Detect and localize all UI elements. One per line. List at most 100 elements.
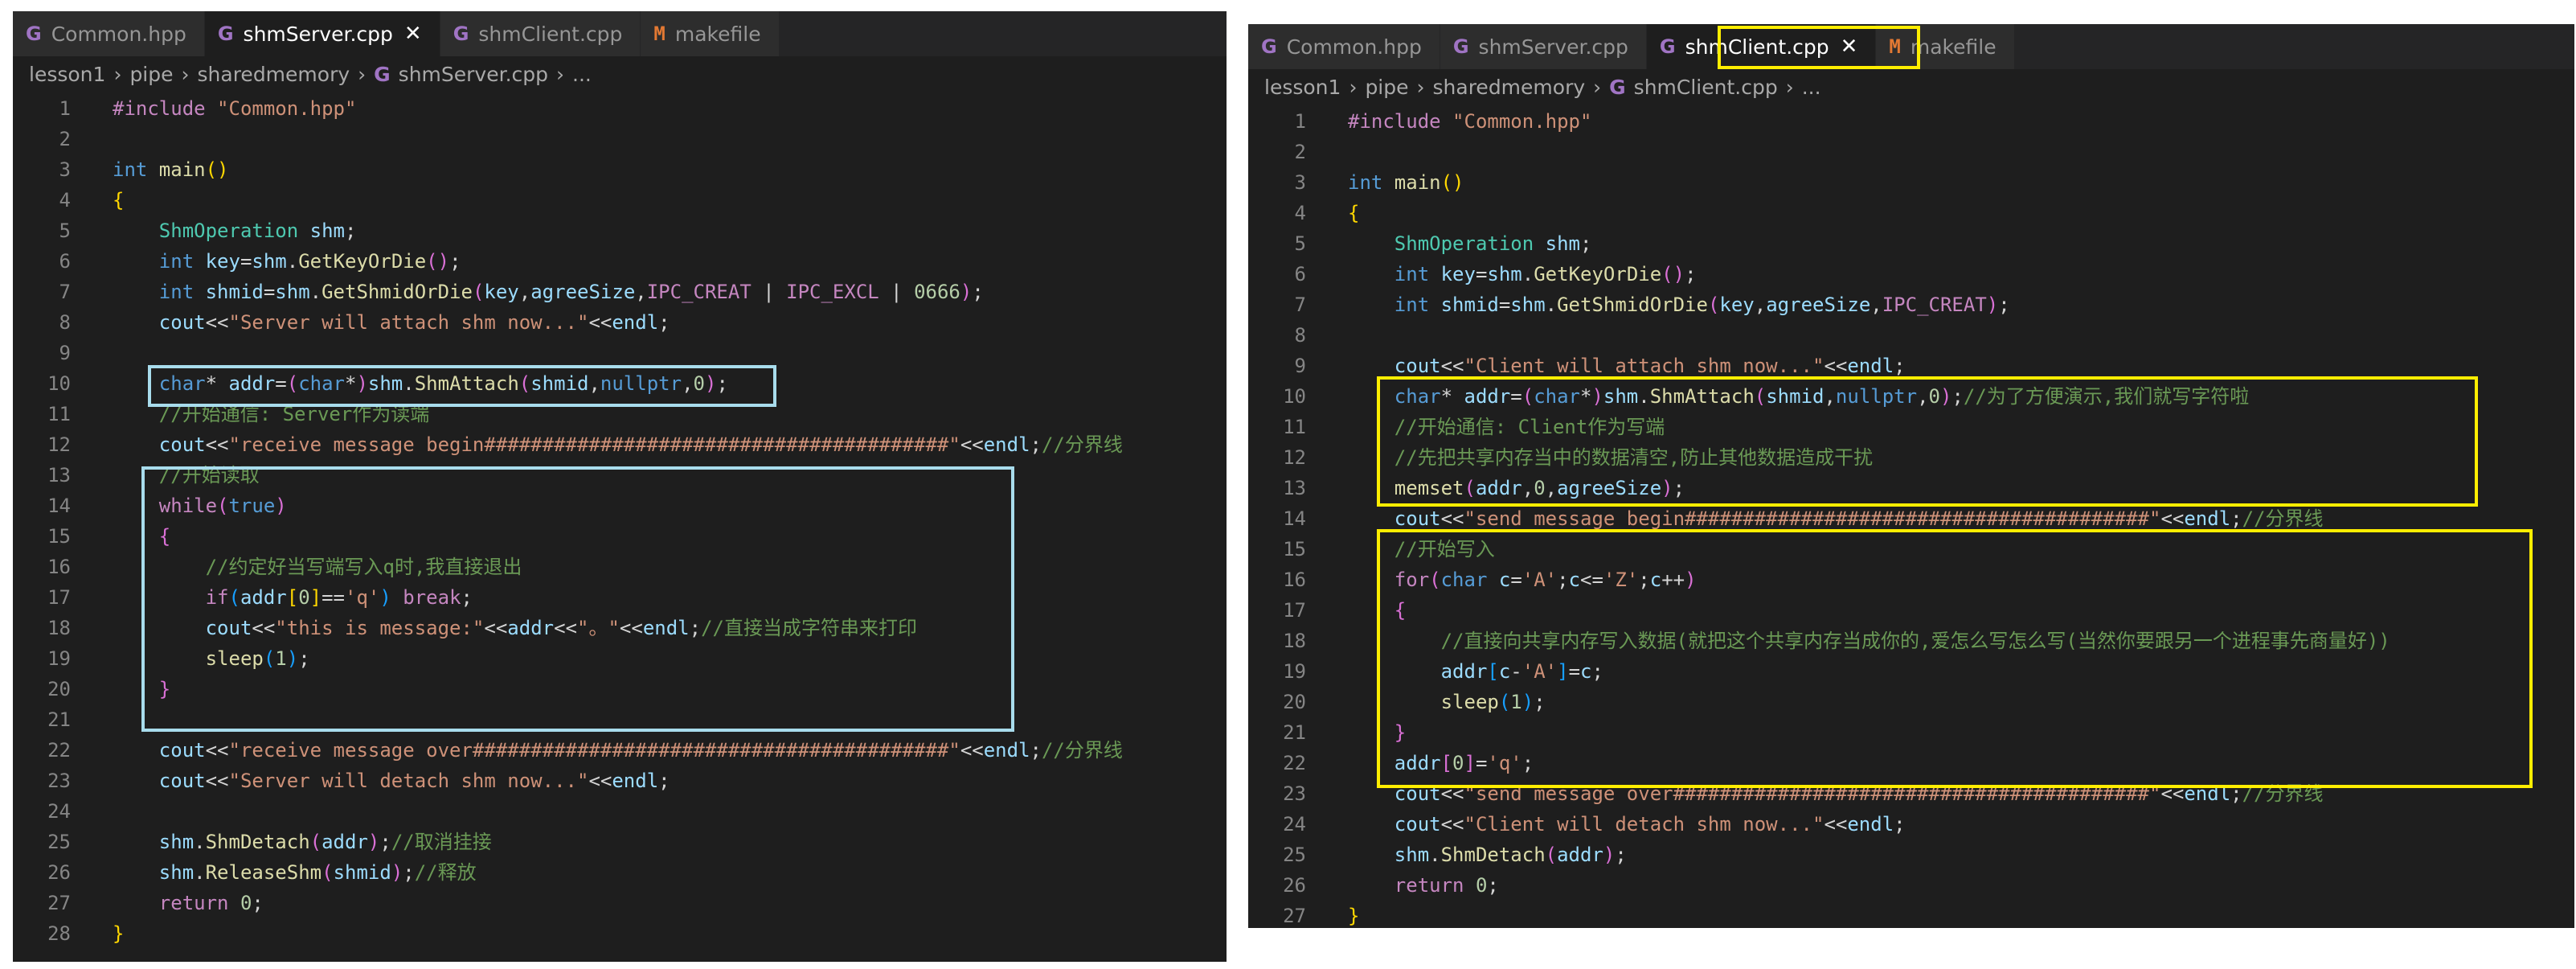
code-token: ) [960,281,973,303]
tab-common-hpp[interactable]: G Common.hpp [13,11,205,56]
code-line: 17 { [1248,595,2574,626]
code-token: "receive message over###################… [228,739,960,762]
cpp-file-icon: G [1659,35,1676,58]
code-area[interactable]: 1 #include "Common.hpp" 2 3 int main() 4{5 Sh… [13,93,1227,962]
code-token: endl [1847,355,1894,377]
tab-makefile[interactable]: Mmakefile [1876,24,2015,69]
code-token: 'Z' [1603,569,1639,591]
chevron-right-icon: › [1593,75,1602,99]
code-token: ; [2230,782,2242,805]
breadcrumb-item[interactable]: ... [572,63,592,86]
code-token: [ [1487,660,1499,683]
code-token: IPC_CREAT [646,281,752,303]
code-token: () [1661,263,1685,285]
code-token: shm [309,220,345,242]
code-token: ; [658,770,670,792]
line-text: //直接向共享内存写入数据(就把这个共享内存当成你的,爱怎么写怎么写(当然你要跟… [1306,626,2390,656]
line-number: 19 [47,647,71,670]
line-number: 21 [47,708,71,731]
line-number: 2 [1294,141,1306,163]
code-token: ) [1603,844,1616,866]
code-line: 8 cout<<"Server will attach shm now..."<… [13,307,1227,338]
breadcrumb-item[interactable]: sharedmemory [198,63,350,86]
code-token: 0666 [914,281,960,303]
line-text: char* addr=(char*)shm.ShmAttach(shmid,nu… [71,368,728,399]
line-text: ShmOperation shm; [71,216,357,246]
code-token: ; [461,586,473,609]
code-token: ; [1673,477,1685,499]
code-token: * [1580,385,1592,408]
line-text: { [1306,198,1359,228]
code-token: << [205,739,229,762]
code-token: << [2160,507,2185,530]
code-token: ) [367,831,380,853]
code-token: IPC_EXCL [786,281,879,303]
breadcrumb-item[interactable]: shmClient.cpp [1634,76,1778,99]
code-token: c [1498,660,1511,683]
code-line: 19 sleep(1); [13,643,1227,674]
code-token: ( [309,831,322,853]
tab-shmserver-cpp[interactable]: GshmServer.cpp ✕ [204,11,440,56]
code-token: cout [158,311,206,334]
code-token: break [391,586,461,609]
breadcrumb-item[interactable]: shmServer.cpp [399,63,548,86]
code-token: } [1348,905,1360,927]
breadcrumb-item[interactable]: pipe [1365,76,1408,99]
cpp-file-icon: G [1609,75,1626,99]
line-text: //开始读取 [71,460,260,491]
code-token: //分界线 [1041,739,1123,762]
line-number: 21 [1283,721,1306,744]
line-text: char* addr=(char*)shm.ShmAttach(shmid,nu… [1306,381,2249,412]
code-token: } [158,678,171,700]
code-token: char [1534,385,1580,408]
line-number: 3 [59,158,71,181]
line-number: 12 [47,433,71,456]
close-icon[interactable]: ✕ [404,22,422,46]
breadcrumb-item[interactable]: sharedmemory [1433,76,1586,99]
code-line: 16 for(char c='A';c<='Z';c++) [1248,565,2574,595]
tab-shmclient-cpp[interactable]: GshmClient.cpp ✕ [1646,24,1877,69]
breadcrumb-item[interactable]: ... [1802,76,1821,99]
code-token: return [158,892,240,914]
line-number: 26 [1283,874,1306,897]
code-token: 0 [1452,752,1464,774]
tab-label: shmServer.cpp [243,22,393,46]
code-area[interactable]: 1 #include "Common.hpp" 2 3 int main() 4{5 Sh… [1248,106,2574,928]
code-token: cout [205,617,252,639]
code-token: GetKeyOrDie [1534,263,1662,285]
code-token: << [205,433,229,456]
breadcrumb-item[interactable]: lesson1 [29,63,105,86]
code-token: //约定好当写端写入q时,我直接退出 [205,556,522,578]
tab-shmclient-cpp[interactable]: GshmClient.cpp [440,11,641,56]
breadcrumb-item[interactable]: pipe [129,63,173,86]
code-token: c [1649,569,1662,591]
code-token: //直接向共享内存写入数据(就把这个共享内存当成你的,爱怎么写怎么写(当然你要跟… [1440,630,2390,652]
line-text: cout<<"send message over################… [1306,778,2324,809]
tab-shmserver-cpp[interactable]: GshmServer.cpp [1440,24,1647,69]
code-token: addr [321,831,368,853]
code-token: << [2160,782,2185,805]
line-number: 6 [1294,263,1306,285]
breadcrumb-item[interactable]: lesson1 [1264,76,1341,99]
code-token: ( [1464,477,1476,499]
code-token: ; [1030,433,1042,456]
line-number: 22 [1283,752,1306,774]
tab-makefile[interactable]: Mmakefile [641,11,780,56]
line-number: 9 [1294,355,1306,377]
code-token: , [1824,385,1836,408]
tab-label: makefile [1910,35,1997,59]
line-number: 9 [59,342,71,364]
line-number: 25 [47,831,71,853]
code-token: } [1394,721,1407,744]
code-token: { [158,525,171,548]
code-token: ; [1487,874,1499,897]
code-line: 3 int main() [1248,167,2574,198]
code-token: ShmOperation [158,220,310,242]
code-token: ; [689,617,702,639]
close-icon[interactable]: ✕ [1841,35,1858,59]
code-token: addr [1475,477,1522,499]
tab-common-hpp[interactable]: G Common.hpp [1248,24,1440,69]
code-line: 20 sleep(1); [1248,687,2574,717]
code-token: << [252,617,276,639]
